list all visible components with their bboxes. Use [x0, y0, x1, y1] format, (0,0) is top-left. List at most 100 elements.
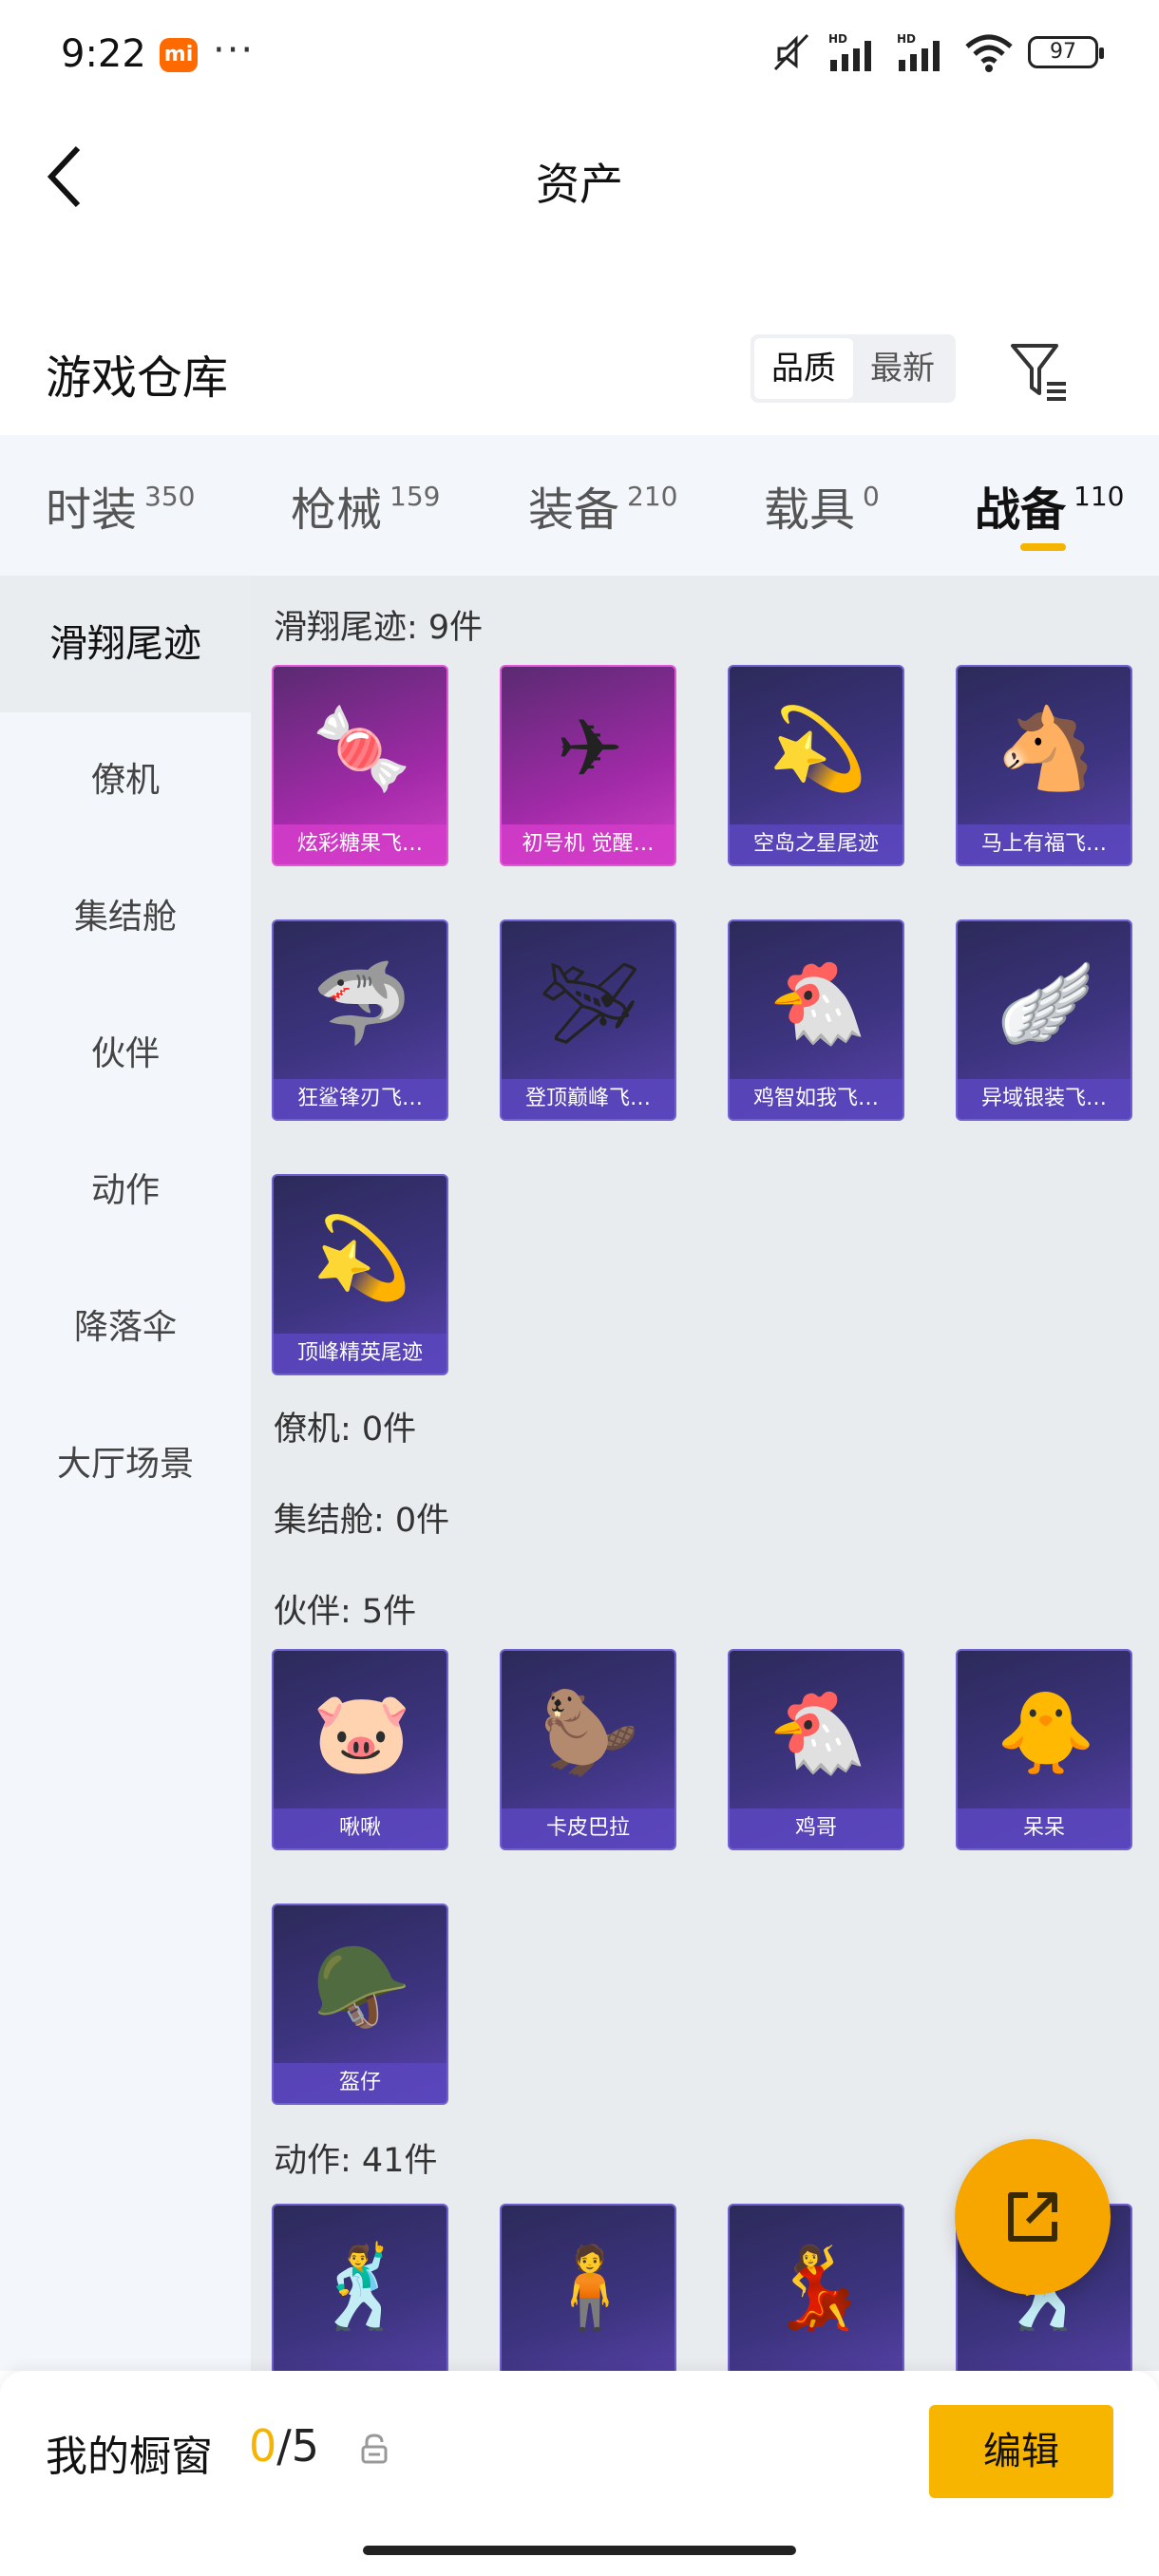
- item-card[interactable]: 🧍: [500, 2204, 676, 2371]
- item-art-icon: 🪽: [996, 956, 1096, 1050]
- status-bar: 9:22 mi ··· HD HD 97: [0, 0, 1159, 112]
- mi-logo-icon: mi: [160, 38, 198, 72]
- item-card[interactable]: 🦈 狂鲨锋刃飞…: [272, 919, 448, 1121]
- item-art-icon: 🦈: [312, 956, 412, 1050]
- tab-guns[interactable]: 枪械 159: [291, 435, 440, 576]
- sidebar: 滑翔尾迹 僚机 集结舱 伙伴 动作 降落伞 大厅场景: [0, 576, 251, 2371]
- item-art-icon: 🕺: [312, 2240, 412, 2334]
- edit-button[interactable]: 编辑: [929, 2405, 1113, 2498]
- sort-newest-button[interactable]: 最新: [853, 338, 952, 399]
- item-name: 鸡智如我飞…: [730, 1079, 902, 1119]
- tab-label: 装备: [528, 483, 620, 537]
- sidebar-item-action[interactable]: 动作: [0, 1123, 251, 1260]
- tab-label: 载具: [764, 483, 856, 537]
- tab-count: 0: [863, 480, 880, 512]
- item-card[interactable]: 🐷 啾啾: [272, 1649, 448, 1850]
- item-name: 顶峰精英尾迹: [274, 1334, 446, 1373]
- item-grid-panel: 滑翔尾迹: 9件 🍬 炫彩糖果飞… ✈ 初号机 觉醒… 💫 空岛之星尾迹 🐴 马上有福飞… 🦈 狂…: [251, 576, 1159, 2371]
- item-art-icon: 🐴: [996, 701, 1096, 795]
- sidebar-item-glide-trail[interactable]: 滑翔尾迹: [0, 576, 251, 712]
- wifi-icon: [965, 34, 1013, 72]
- tab-label: 枪械: [291, 483, 383, 537]
- category-tabs: 时装 350 枪械 159 装备 210 载具 0 战备 110: [0, 435, 1159, 576]
- item-name: 啾啾: [274, 1809, 446, 1848]
- item-art-icon: 🐔: [768, 1685, 868, 1779]
- status-time: 9:22: [61, 32, 146, 76]
- tab-vehicles[interactable]: 载具 0: [764, 435, 880, 576]
- signal-icon-2: HD: [897, 32, 940, 71]
- sidebar-item-partner[interactable]: 伙伴: [0, 986, 251, 1123]
- item-card[interactable]: 🐴 马上有福飞…: [956, 665, 1132, 866]
- showcase-separator: /: [276, 2420, 292, 2472]
- item-art-icon: 💃: [768, 2240, 868, 2334]
- item-card[interactable]: 🪖 盔仔: [272, 1904, 448, 2105]
- item-name: 盔仔: [274, 2063, 446, 2103]
- item-card[interactable]: 🕺: [272, 2204, 448, 2371]
- sort-toggle: 品质 最新: [750, 334, 956, 403]
- item-art-icon: 🐔: [768, 956, 868, 1050]
- item-art-icon: 💫: [312, 1210, 412, 1304]
- item-name: 炫彩糖果飞…: [274, 824, 446, 864]
- page-title: 资产: [536, 159, 623, 210]
- more-notifications-icon: ···: [213, 28, 256, 72]
- sidebar-item-parachute[interactable]: 降落伞: [0, 1260, 251, 1396]
- showcase-current: 0: [249, 2420, 277, 2472]
- item-name: 空岛之星尾迹: [730, 824, 902, 864]
- sort-quality-button[interactable]: 品质: [754, 338, 853, 399]
- battery-icon: 97: [1028, 36, 1104, 68]
- item-art-icon: 🍬: [312, 701, 412, 795]
- item-card[interactable]: 🍬 炫彩糖果飞…: [272, 665, 448, 866]
- sidebar-item-pod[interactable]: 集结舱: [0, 849, 251, 986]
- item-name: 异域银装飞…: [958, 1079, 1130, 1119]
- item-card[interactable]: 🪽 异域银装飞…: [956, 919, 1132, 1121]
- item-name: 狂鲨锋刃飞…: [274, 1079, 446, 1119]
- item-name: 初号机 觉醒…: [502, 824, 674, 864]
- item-art-icon: 🐥: [996, 1685, 1096, 1779]
- item-card[interactable]: ✈ 初号机 觉醒…: [500, 665, 676, 866]
- signal-icon: HD: [828, 32, 871, 71]
- tab-count: 159: [390, 480, 441, 512]
- share-icon: [1008, 2192, 1057, 2242]
- section-title-pod: 集结舱: 0件: [274, 1502, 450, 1540]
- tab-active-indicator: [1020, 543, 1066, 551]
- status-icons: HD HD 97: [770, 28, 1104, 76]
- tab-count: 110: [1074, 480, 1125, 512]
- tab-label: 时装: [46, 483, 138, 537]
- item-art-icon: 🛩: [539, 956, 641, 1050]
- tab-fashion[interactable]: 时装 350: [46, 435, 195, 576]
- app-root: 9:22 mi ··· HD HD 97 资产 游戏仓库 品质 最新 时装 35…: [0, 0, 1159, 2576]
- tab-equipment[interactable]: 装备 210: [528, 435, 677, 576]
- tab-readiness[interactable]: 战备 110: [975, 435, 1124, 576]
- share-button[interactable]: [955, 2139, 1111, 2295]
- item-card[interactable]: 💃: [728, 2204, 904, 2371]
- item-card[interactable]: 🐔 鸡哥: [728, 1649, 904, 1850]
- item-card[interactable]: 🦫 卡皮巴拉: [500, 1649, 676, 1850]
- svg-text:HD: HD: [828, 32, 847, 46]
- item-name: 登顶巅峰飞…: [502, 1079, 674, 1119]
- item-art-icon: 🦫: [540, 1685, 640, 1779]
- item-name: 卡皮巴拉: [502, 1809, 674, 1848]
- item-card[interactable]: 🐥 呆呆: [956, 1649, 1132, 1850]
- tab-count: 210: [627, 480, 678, 512]
- item-card[interactable]: 🛩 登顶巅峰飞…: [500, 919, 676, 1121]
- showcase-label: 我的橱窗: [46, 2433, 213, 2481]
- sidebar-item-lobby-scene[interactable]: 大厅场景: [0, 1396, 251, 1533]
- item-card[interactable]: 🐔 鸡智如我飞…: [728, 919, 904, 1121]
- section-title-glide: 滑翔尾迹: 9件: [274, 609, 484, 647]
- section-title-partner: 伙伴: 5件: [274, 1593, 417, 1631]
- item-art-icon: 💫: [768, 701, 868, 795]
- tab-label: 战备: [975, 483, 1067, 537]
- item-name: 呆呆: [958, 1809, 1130, 1848]
- lock-icon: [361, 2434, 388, 2464]
- item-art-icon: 🐷: [312, 1685, 412, 1779]
- item-card[interactable]: 💫 空岛之星尾迹: [728, 665, 904, 866]
- tab-count: 350: [144, 480, 196, 512]
- filter-icon[interactable]: [1007, 338, 1074, 405]
- item-card[interactable]: 💫 顶峰精英尾迹: [272, 1174, 448, 1375]
- showcase-count: 0/5: [249, 2420, 319, 2472]
- item-name: 鸡哥: [730, 1809, 902, 1848]
- item-art-icon: 🧍: [540, 2240, 640, 2334]
- home-indicator[interactable]: [363, 2546, 796, 2555]
- sidebar-item-wingman[interactable]: 僚机: [0, 712, 251, 849]
- top-nav: 资产: [0, 112, 1159, 245]
